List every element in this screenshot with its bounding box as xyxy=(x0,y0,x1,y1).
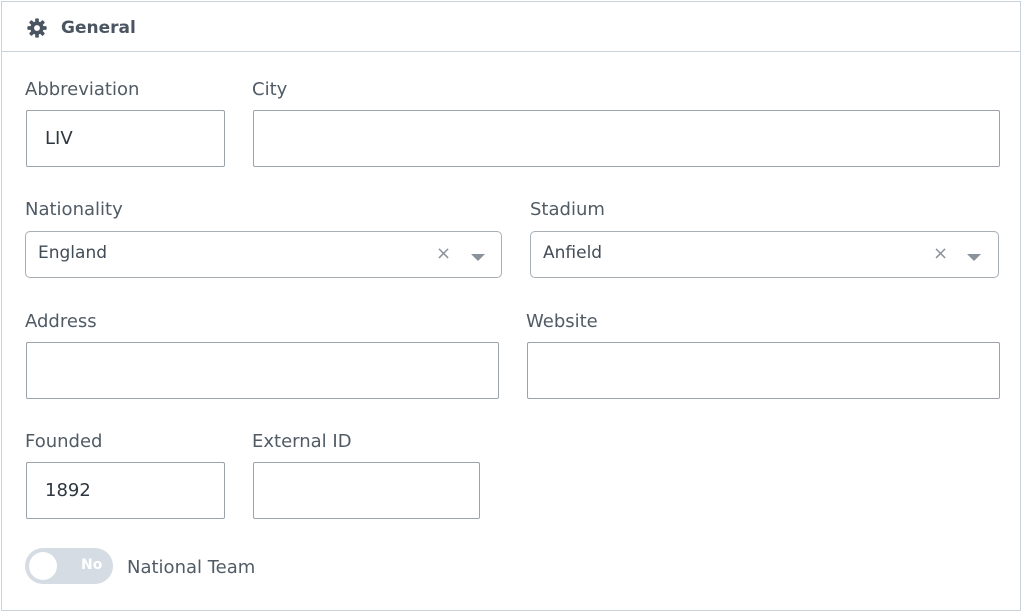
address-label: Address xyxy=(25,311,97,332)
external-id-label: External ID xyxy=(252,431,352,452)
nationality-select[interactable]: England × xyxy=(25,231,502,278)
toggle-state-text: No xyxy=(81,557,103,573)
gear-icon xyxy=(27,18,47,38)
panel-title: General xyxy=(61,18,136,38)
stadium-chevron-down-icon[interactable] xyxy=(967,254,981,261)
general-panel: General xyxy=(1,1,1021,611)
stadium-clear-icon[interactable]: × xyxy=(933,244,948,264)
website-label: Website xyxy=(526,311,598,332)
stadium-select[interactable]: Anfield × xyxy=(530,231,999,278)
national-team-toggle[interactable]: No xyxy=(25,548,113,584)
address-input[interactable] xyxy=(26,342,499,399)
website-input[interactable] xyxy=(527,342,1000,399)
toggle-knob xyxy=(29,552,57,580)
founded-label: Founded xyxy=(25,431,103,452)
abbreviation-label: Abbreviation xyxy=(25,79,140,100)
nationality-clear-icon[interactable]: × xyxy=(436,244,451,264)
nationality-chevron-down-icon[interactable] xyxy=(471,254,485,261)
stadium-label: Stadium xyxy=(530,199,605,220)
founded-input[interactable] xyxy=(26,462,225,519)
abbreviation-input[interactable] xyxy=(26,110,225,167)
nationality-label: Nationality xyxy=(25,199,123,220)
city-label: City xyxy=(252,79,288,100)
national-team-label: National Team xyxy=(127,557,256,578)
city-input[interactable] xyxy=(253,110,1000,167)
nationality-value: England xyxy=(38,243,108,263)
stadium-value: Anfield xyxy=(543,243,603,263)
panel-header: General xyxy=(2,2,1020,52)
external-id-input[interactable] xyxy=(253,462,480,519)
